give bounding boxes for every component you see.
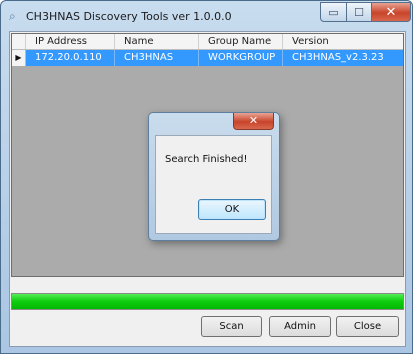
minimize-icon: ▭ xyxy=(328,5,339,19)
column-header-version[interactable]: Version xyxy=(283,34,403,49)
cell-name[interactable]: CH3HNAS xyxy=(115,50,199,66)
ok-button[interactable]: OK xyxy=(198,199,266,220)
dialog-close-button[interactable]: ✕ xyxy=(233,113,274,130)
scan-button[interactable]: Scan xyxy=(201,316,262,337)
progress-bar-fill xyxy=(12,294,403,309)
row-selector-arrow-icon[interactable]: ▶ xyxy=(12,50,26,66)
table-row[interactable]: ▶ 172.20.0.110 CH3HNAS WORKGROUP CH3HNAS… xyxy=(12,50,403,66)
minimize-button[interactable]: ▭ xyxy=(320,2,347,22)
column-header-name[interactable]: Name xyxy=(115,34,199,49)
close-icon: ✕ xyxy=(248,114,259,127)
maximize-icon: ☐ xyxy=(354,5,364,19)
dialog-body: Search Finished! OK xyxy=(155,135,272,234)
cell-group[interactable]: WORKGROUP xyxy=(199,50,283,66)
close-icon: ✕ xyxy=(385,4,397,20)
admin-button[interactable]: Admin xyxy=(269,316,331,337)
app-search-icon: ⌕ xyxy=(9,9,16,23)
title-bar[interactable]: ⌕ CH3HNAS Discovery Tools ver 1.0.0.0 ▭ … xyxy=(1,1,412,31)
cell-ip[interactable]: 172.20.0.110 xyxy=(26,50,115,66)
column-header-ip[interactable]: IP Address xyxy=(26,34,115,49)
window-close-button[interactable]: ✕ xyxy=(371,2,411,22)
column-header-group[interactable]: Group Name xyxy=(199,34,283,49)
cell-version[interactable]: CH3HNAS_v2.3.23 xyxy=(283,50,403,66)
header-corner xyxy=(12,34,26,49)
progress-bar xyxy=(11,293,404,310)
close-button[interactable]: Close xyxy=(336,316,399,337)
main-window: ⌕ CH3HNAS Discovery Tools ver 1.0.0.0 ▭ … xyxy=(0,0,413,354)
window-title: CH3HNAS Discovery Tools ver 1.0.0.0 xyxy=(26,10,232,23)
maximize-button[interactable]: ☐ xyxy=(346,2,372,22)
dialog-message: Search Finished! xyxy=(165,154,248,165)
grid-header: IP Address Name Group Name Version xyxy=(12,34,403,50)
search-finished-dialog: ✕ Search Finished! OK xyxy=(148,112,280,241)
